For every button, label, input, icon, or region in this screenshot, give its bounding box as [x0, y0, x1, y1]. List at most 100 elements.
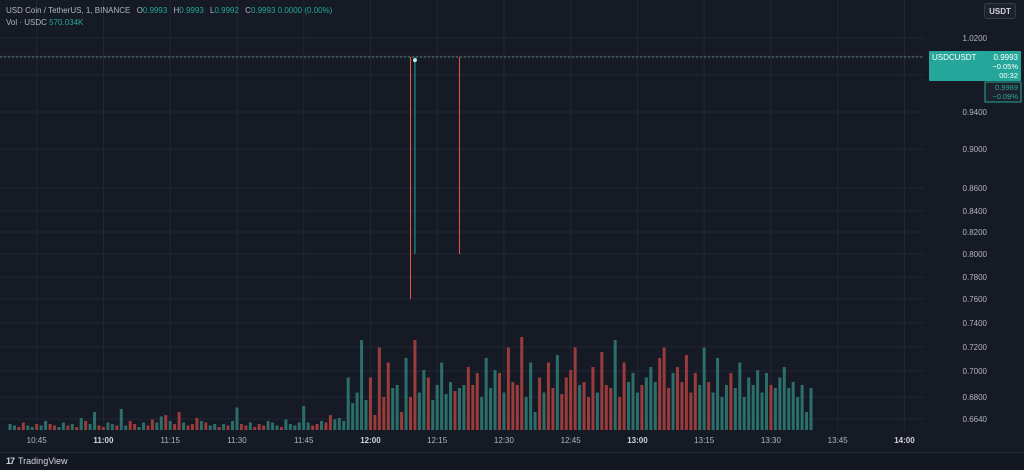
chart-legend: USD Coin / TetherUS, 1, BINANCE O0.9993 … [6, 5, 332, 29]
volume-bar [413, 340, 417, 430]
x-tick-label: 13:00 [627, 436, 648, 445]
volume-bar [493, 370, 497, 430]
volume-bar [79, 418, 83, 430]
y-tick-label: 0.8600 [963, 184, 988, 193]
volume-bar [627, 382, 631, 430]
volume-bar [208, 425, 212, 430]
volume-bar [711, 392, 715, 430]
symbol-title[interactable]: USD Coin / TetherUS, 1, BINANCE [6, 6, 130, 15]
volume-bar [765, 373, 768, 430]
volume-bar [546, 362, 550, 430]
volume-bar [653, 382, 657, 430]
y-tick-label: 0.6800 [963, 393, 988, 402]
volume-bar [150, 419, 154, 430]
volume-bar [595, 392, 599, 430]
x-tick-label: 13:30 [761, 436, 782, 445]
volume-bar [48, 424, 52, 430]
y-tick-label: 0.7800 [963, 273, 988, 282]
volume-bar [106, 422, 110, 430]
volume-bar [262, 425, 266, 430]
x-tick-label: 13:15 [694, 436, 715, 445]
volume-bar [204, 422, 208, 430]
volume-bar [506, 347, 510, 430]
volume-bar [671, 373, 675, 430]
x-tick-label: 11:15 [160, 436, 180, 445]
volume-bar [75, 427, 79, 430]
currency-button[interactable]: USDT [984, 3, 1016, 19]
volume-bar [320, 421, 323, 430]
volume-bar [716, 358, 720, 430]
x-tick-label: 11:30 [227, 436, 247, 445]
x-tick-label: 11:45 [294, 436, 314, 445]
volume-bar [84, 421, 88, 430]
volume-bar [738, 362, 742, 430]
volume-bar [364, 400, 368, 430]
volume-bar [484, 358, 488, 430]
volume-bar [315, 424, 319, 430]
volume-bar [689, 392, 693, 430]
volume-bar [769, 385, 773, 430]
volume-bar [284, 419, 288, 430]
volume-bar [346, 377, 350, 430]
volume-bar [693, 373, 697, 430]
volume-bar [382, 397, 386, 430]
x-tick-label: 14:00 [894, 436, 915, 445]
volume-bar [782, 367, 786, 430]
volume-bar [511, 382, 515, 430]
volume-bar [368, 377, 372, 430]
volume-bar [471, 385, 475, 430]
volume-bar [533, 412, 537, 430]
tradingview-logo-icon: 17 [6, 456, 15, 466]
brand-name: TradingView [18, 456, 68, 466]
x-tick-label: 10:45 [27, 436, 48, 445]
volume-bar [110, 424, 114, 430]
volume-bar [182, 422, 186, 430]
x-tick-label: 12:00 [360, 436, 381, 445]
volume-bar [480, 397, 484, 430]
volume-bar [760, 392, 764, 430]
y-tick-label: 0.7000 [963, 367, 988, 376]
volume-bar [377, 347, 381, 430]
volume-bar [39, 425, 43, 430]
y-tick-label: 0.8000 [963, 250, 988, 259]
volume-bar [515, 385, 519, 430]
volume-bar [333, 419, 337, 430]
volume-bar [622, 362, 626, 430]
volume-bar [582, 382, 586, 430]
volume-bar [618, 397, 622, 430]
y-tick-label: 0.8400 [963, 207, 988, 216]
volume-bar [724, 385, 728, 430]
brand[interactable]: 17 TradingView [6, 456, 68, 466]
volume-bar [266, 421, 270, 430]
volume-bar [360, 340, 364, 430]
volume-bar [542, 392, 546, 430]
volume-bar [386, 362, 390, 430]
volume-bar [773, 388, 777, 430]
price-chart[interactable]: 1.02000.98000.94000.90000.86000.84000.82… [0, 0, 1024, 470]
volume-bar [640, 385, 644, 430]
volume-bar [155, 422, 159, 430]
volume-bar [453, 391, 457, 430]
volume-label[interactable]: Vol · USDC [6, 18, 47, 27]
volume-bar [591, 367, 595, 430]
volume-bar [70, 424, 74, 430]
y-tick-label: 0.9000 [963, 145, 988, 154]
volume-bar [124, 425, 128, 430]
volume-bar [462, 385, 466, 430]
volume-bar [239, 424, 243, 430]
volume-bar [800, 385, 804, 430]
volume-bar [142, 422, 145, 430]
close-value: 0.9993 [250, 6, 276, 15]
volume-bar [667, 388, 671, 430]
volume-bar [226, 425, 230, 430]
volume-bar [631, 373, 635, 430]
volume-bar [435, 385, 439, 430]
volume-bar [756, 370, 760, 430]
volume-bar [279, 427, 283, 430]
x-tick-label: 13:45 [828, 436, 849, 445]
volume-bar [93, 412, 97, 430]
price-tag-symbol: USDCUSDT [932, 53, 977, 62]
volume-bar [61, 422, 65, 430]
volume-bar [173, 424, 177, 430]
volume-bar [97, 425, 101, 430]
